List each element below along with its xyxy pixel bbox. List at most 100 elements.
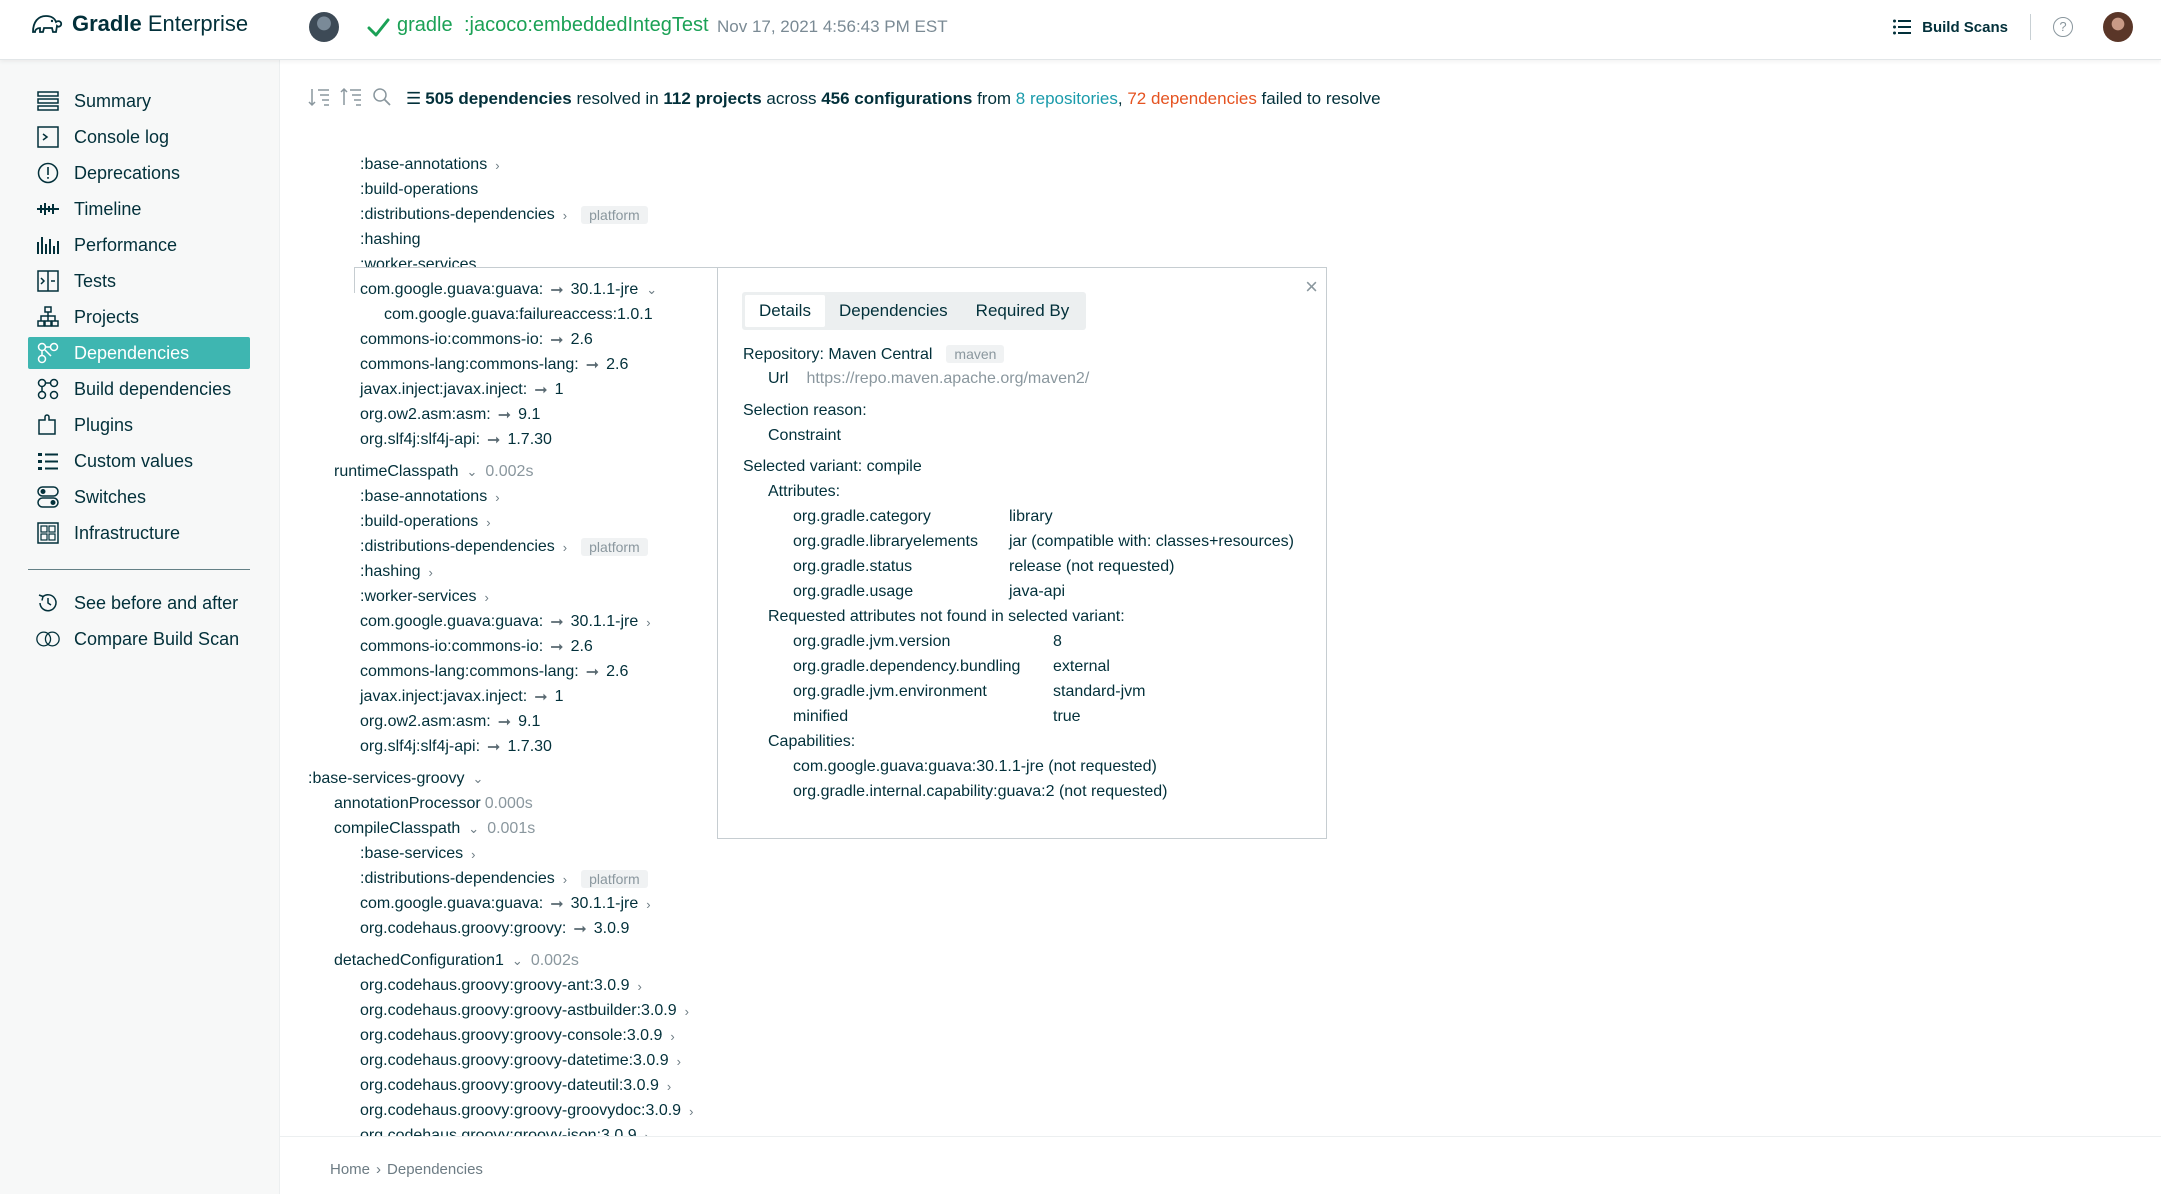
tree-row[interactable]: org.ow2.asm:asm: ➞ 9.1 (360, 404, 540, 426)
sidebar-item-console-log[interactable]: Console log (28, 121, 250, 153)
sidebar-item-deprecations[interactable]: Deprecations (28, 157, 250, 189)
chevron-right-icon[interactable]: › (685, 1004, 689, 1019)
chevron-right-icon[interactable]: › (689, 1104, 693, 1119)
tree-node-label: org.codehaus.groovy:groovy-datetime:3.0.… (360, 1052, 669, 1069)
tree-row[interactable]: org.codehaus.groovy:groovy-console:3.0.9… (360, 1025, 675, 1047)
tree-row[interactable]: org.codehaus.groovy:groovy-datetime:3.0.… (360, 1050, 681, 1072)
chevron-right-icon[interactable]: › (563, 208, 567, 223)
configuration-row[interactable]: detachedConfiguration1 ⌄ 0.002s (334, 950, 579, 972)
build-scans-label: Build Scans (1922, 18, 2008, 36)
chevron-right-icon[interactable]: › (495, 158, 499, 173)
tab-required-by[interactable]: Required By (962, 295, 1084, 327)
failed-dependencies-link[interactable]: 72 dependencies (1127, 89, 1257, 108)
project-name: gradle (397, 14, 453, 36)
chevron-down-icon[interactable]: ⌄ (467, 464, 478, 480)
chevron-right-icon[interactable]: › (646, 615, 650, 630)
sidebar-item-custom-values[interactable]: Custom values (28, 445, 250, 477)
chevron-right-icon[interactable]: › (667, 1079, 671, 1094)
footer: Home › Dependencies (280, 1136, 2161, 1194)
close-icon[interactable]: × (1305, 276, 1318, 298)
chevron-right-icon[interactable]: › (484, 590, 488, 605)
tree-row[interactable]: :hashing › (360, 561, 433, 583)
chevron-down-icon[interactable]: ⌄ (468, 821, 479, 837)
chevron-right-icon[interactable]: › (486, 515, 490, 530)
tab-details[interactable]: Details (745, 295, 825, 327)
breadcrumb-home[interactable]: Home (330, 1161, 370, 1178)
repositories-link[interactable]: 8 repositories (1016, 89, 1118, 108)
configuration-row[interactable]: runtimeClasspath ⌄ 0.002s (334, 461, 533, 483)
chevron-down-icon[interactable]: ⌄ (512, 953, 523, 969)
build-scans-link[interactable]: Build Scans (1892, 18, 2008, 36)
gradle-enterprise-logo[interactable]: Gradle Enterprise (30, 10, 248, 38)
chevron-right-icon[interactable]: › (563, 540, 567, 555)
tree-row[interactable]: commons-lang:commons-lang: ➞ 2.6 (360, 661, 628, 683)
tree-row[interactable]: org.codehaus.groovy:groovy: ➞ 3.0.9 (360, 918, 629, 940)
tree-row[interactable]: com.google.guava:guava: ➞ 30.1.1-jre › (360, 893, 651, 915)
chevron-right-icon[interactable]: › (638, 979, 642, 994)
repository-url[interactable]: https://repo.maven.apache.org/maven2/ (806, 370, 1089, 387)
sidebar-item-timeline[interactable]: Timeline (28, 193, 250, 225)
tree-row[interactable]: javax.inject:javax.inject: ➞ 1 (360, 379, 564, 401)
tree-row[interactable]: org.codehaus.groovy:groovy-astbuilder:3.… (360, 1000, 689, 1022)
sidebar-item-infrastructure[interactable]: Infrastructure (28, 517, 250, 549)
chevron-right-icon[interactable]: › (471, 847, 475, 862)
tree-row[interactable]: :build-operations › (360, 511, 491, 533)
chevron-right-icon[interactable]: › (563, 872, 567, 887)
tree-row[interactable]: :base-services › (360, 843, 476, 865)
tree-row[interactable]: :distributions-dependencies › platform (360, 204, 648, 226)
tree-row[interactable]: org.ow2.asm:asm: ➞ 9.1 (360, 711, 540, 733)
sidebar-item-dependencies[interactable]: Dependencies (28, 337, 250, 369)
chevron-down-icon[interactable]: ⌄ (473, 771, 484, 787)
tree-row[interactable]: org.codehaus.groovy:groovy-groovydoc:3.0… (360, 1100, 693, 1122)
breadcrumb-current[interactable]: Dependencies (387, 1161, 483, 1178)
chevron-down-icon[interactable]: ⌄ (646, 282, 657, 298)
configuration-label: compileClasspath (334, 820, 461, 837)
tab-dependencies[interactable]: Dependencies (825, 295, 962, 327)
chevron-right-icon[interactable]: › (677, 1054, 681, 1069)
chevron-right-icon[interactable]: › (670, 1029, 674, 1044)
tree-row[interactable]: :hashing (360, 229, 421, 251)
tree-row-selected[interactable]: com.google.guava:guava: ➞ 30.1.1-jre ⌄ (360, 279, 657, 301)
search-icon[interactable] (372, 87, 392, 107)
expand-all-icon[interactable] (340, 87, 362, 107)
sidebar-item-tests[interactable]: Tests (28, 265, 250, 297)
sidebar-item-projects[interactable]: Projects (28, 301, 250, 333)
tree-row[interactable]: javax.inject:javax.inject: ➞ 1 (360, 686, 564, 708)
tree-row[interactable]: org.codehaus.groovy:groovy-ant:3.0.9 › (360, 975, 642, 997)
chevron-right-icon[interactable]: › (429, 565, 433, 580)
tree-row[interactable]: :distributions-dependencies › platform (360, 536, 648, 558)
tree-row[interactable]: org.codehaus.groovy:groovy-dateutil:3.0.… (360, 1075, 671, 1097)
sidebar-item-compare-build-scan[interactable]: Compare Build Scan (28, 623, 250, 655)
sidebar-item-performance[interactable]: Performance (28, 229, 250, 261)
chevron-right-icon[interactable]: › (646, 897, 650, 912)
configuration-row[interactable]: compileClasspath ⌄ 0.001s (334, 818, 535, 840)
sidebar-item-summary[interactable]: Summary (28, 85, 250, 117)
project-count: 112 projects (663, 89, 762, 108)
chevron-right-icon[interactable]: › (495, 490, 499, 505)
sidebar-item-switches[interactable]: Switches (28, 481, 250, 513)
collapse-all-icon[interactable] (308, 87, 330, 107)
tree-row[interactable]: :base-annotations › (360, 154, 500, 176)
tree-row[interactable]: com.google.guava:guava: ➞ 30.1.1-jre › (360, 611, 651, 633)
help-icon[interactable]: ? (2053, 17, 2073, 37)
configuration-row[interactable]: annotationProcessor 0.000s (334, 793, 533, 815)
sidebar-item-build-dependencies[interactable]: Build dependencies (28, 373, 250, 405)
tree-row[interactable]: :worker-services › (360, 586, 489, 608)
user-avatar[interactable] (2103, 12, 2133, 42)
tree-row[interactable]: commons-lang:commons-lang: ➞ 2.6 (360, 354, 628, 376)
build-user-avatar[interactable] (309, 12, 339, 42)
tree-row[interactable]: org.slf4j:slf4j-api: ➞ 1.7.30 (360, 736, 552, 758)
tree-row[interactable]: :distributions-dependencies › platform (360, 868, 648, 890)
tree-row[interactable]: :base-annotations › (360, 486, 500, 508)
tree-row[interactable]: com.google.guava:failureaccess:1.0.1 (384, 304, 653, 326)
sidebar-item-see-before-after[interactable]: See before and after (28, 587, 250, 619)
tree-row[interactable]: commons-io:commons-io: ➞ 2.6 (360, 329, 593, 351)
dependency-summary: ☰ 505 dependencies resolved in 112 projec… (406, 89, 1381, 109)
tree-row[interactable]: :build-operations (360, 179, 478, 201)
tree-row[interactable]: commons-io:commons-io: ➞ 2.6 (360, 636, 593, 658)
tree-node-version: 30.1.1-jre (570, 281, 639, 298)
tree-row[interactable]: org.slf4j:slf4j-api: ➞ 1.7.30 (360, 429, 552, 451)
collapse-lines-icon[interactable]: ☰ (406, 89, 421, 108)
project-row[interactable]: :base-services-groovy ⌄ (308, 768, 483, 790)
sidebar-item-plugins[interactable]: Plugins (28, 409, 250, 441)
